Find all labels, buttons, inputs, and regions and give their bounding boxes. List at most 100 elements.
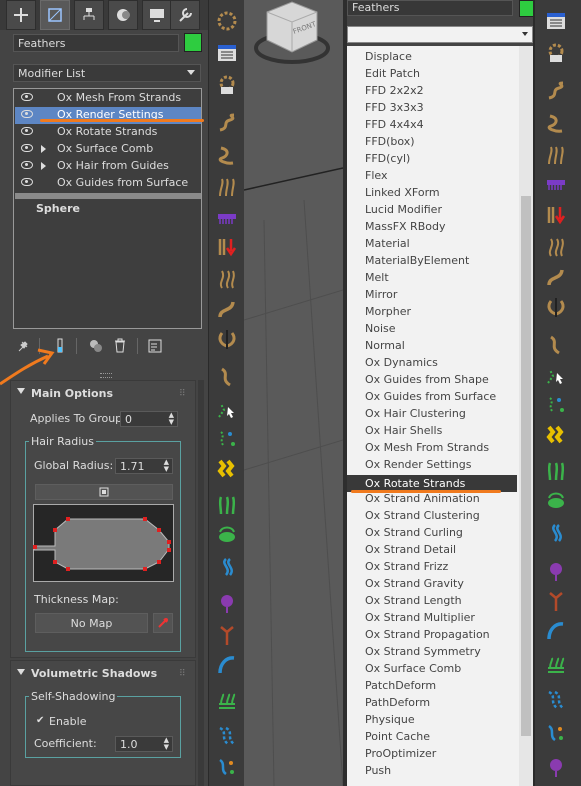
list-item[interactable]: Linked XForm [365, 186, 440, 199]
comb-icon[interactable] [545, 172, 567, 194]
list-item[interactable]: Point Cache [365, 730, 430, 743]
make-unique-icon[interactable] [88, 339, 104, 353]
modifier-list-dropdown[interactable]: Modifier List [13, 64, 201, 82]
stack-row[interactable]: Ox Guides from Surface [15, 175, 201, 192]
viewcube[interactable]: FRONT [252, 0, 332, 70]
list-item[interactable]: Melt [365, 271, 389, 284]
list-item[interactable]: Flex [365, 169, 387, 182]
guides-from-shape-icon[interactable] [216, 398, 238, 420]
guides-from-shape-icon[interactable] [545, 364, 567, 386]
modifier-dropdown-list[interactable]: Displace Edit Patch FFD 2x2x2 FFD 3x3x3 FFD … [347, 46, 533, 786]
list-item[interactable]: FFD(cyl) [365, 152, 410, 165]
drag-handle-icon[interactable]: ⠿ [179, 389, 186, 399]
strand-detail-icon[interactable] [545, 560, 567, 582]
eye-icon[interactable] [21, 161, 33, 169]
expand-arrow-icon[interactable] [41, 145, 46, 153]
list-item[interactable]: Ox Hair Clustering [365, 407, 466, 420]
list-item[interactable]: Ox Strand Propagation [365, 628, 490, 641]
stack-row[interactable]: Ox Rotate Strands [15, 124, 201, 141]
tab-modify[interactable] [40, 0, 70, 30]
list-item[interactable]: Ox Strand Clustering [365, 509, 480, 522]
list-scrollbar[interactable] [519, 46, 533, 786]
list-item[interactable]: Mirror [365, 288, 397, 301]
hair-tuft-icon[interactable] [545, 144, 567, 166]
strand-length-icon[interactable] [545, 296, 567, 318]
eye-icon[interactable] [21, 93, 33, 101]
list-item[interactable]: Ox Strand Detail [365, 543, 456, 556]
hair-from-guides-icon[interactable] [216, 10, 238, 32]
modifier-stack[interactable]: Ox Mesh From Strands Ox Render Settings … [13, 88, 202, 329]
rollout-title[interactable]: Volumetric Shadows [31, 667, 157, 680]
guide-curves-icon[interactable] [216, 724, 238, 746]
list-item[interactable]: Ox Guides from Shape [365, 373, 489, 386]
list-item[interactable]: ProOptimizer [365, 747, 436, 760]
surface-comb-icon[interactable] [216, 428, 238, 450]
list-item[interactable]: Edit Patch [365, 67, 420, 80]
guide-edit-icon[interactable] [216, 756, 238, 778]
strand-animation-icon[interactable] [545, 620, 567, 642]
hair-clustering-icon[interactable] [545, 424, 567, 446]
strand-animation-icon[interactable] [216, 654, 238, 676]
eye-icon[interactable] [21, 178, 33, 186]
strand-frizz-icon[interactable] [216, 268, 238, 290]
curl-strand-icon[interactable] [545, 80, 567, 102]
guide-edit-icon[interactable] [545, 722, 567, 744]
grass-icon[interactable] [545, 460, 567, 482]
expand-arrow-icon[interactable] [41, 162, 46, 170]
list-item[interactable]: Ox Hair Shells [365, 424, 442, 437]
object-name-field-right[interactable]: Feathers [347, 0, 513, 16]
list-item[interactable]: FFD 2x2x2 [365, 84, 424, 97]
list-item[interactable]: Ox Render Settings [365, 458, 471, 471]
list-item[interactable]: PatchDeform [365, 679, 436, 692]
ground-strands-icon[interactable] [545, 490, 567, 512]
grass-icon[interactable] [216, 494, 238, 516]
stack-row[interactable]: Ox Mesh From Strands [15, 90, 201, 107]
list-item[interactable]: Ox Strand Length [365, 594, 462, 607]
strand-symmetry-icon[interactable] [545, 590, 567, 612]
hair-clustering-icon[interactable] [216, 458, 238, 480]
guide-curves-icon[interactable] [545, 688, 567, 710]
spinner-arrows-icon[interactable]: ▲ ▼ [164, 459, 169, 473]
ground-grass-icon[interactable] [545, 656, 567, 678]
list-item[interactable]: Normal [365, 339, 405, 352]
strand-detail-icon[interactable] [545, 756, 567, 778]
list-item[interactable]: Ox Strand Gravity [365, 577, 464, 590]
hair-tuft-icon[interactable] [216, 176, 238, 198]
base-object-label[interactable]: Sphere [36, 202, 80, 215]
list-item[interactable]: FFD 3x3x3 [365, 101, 424, 114]
radius-curve-graph[interactable] [33, 504, 174, 582]
list-item[interactable]: FFD(box) [365, 135, 415, 148]
panel-layout-icon[interactable] [545, 10, 567, 32]
list-item[interactable]: Push [365, 764, 391, 777]
drag-handle-icon[interactable]: ⠿ [179, 669, 186, 679]
list-item[interactable]: MaterialByElement [365, 254, 469, 267]
list-item[interactable]: Ox Strand Multiplier [365, 611, 475, 624]
coefficient-spinner[interactable]: 1.0 ▲ ▼ [115, 736, 173, 752]
tab-hierarchy[interactable] [74, 0, 104, 30]
list-item[interactable]: Ox Strand Frizz [365, 560, 448, 573]
curve-editor-button[interactable] [35, 484, 173, 500]
strand-wave-icon[interactable] [216, 144, 238, 166]
tab-motion[interactable] [108, 0, 138, 30]
enable-checkbox[interactable]: ✔ [36, 715, 44, 726]
strand-gravity-icon[interactable] [545, 204, 567, 226]
collapse-arrow-icon[interactable] [17, 669, 25, 675]
list-item[interactable]: Morpher [365, 305, 411, 318]
collapse-arrow-icon[interactable] [17, 388, 25, 394]
eye-icon[interactable] [21, 127, 33, 135]
panel-resize-grip[interactable] [100, 373, 112, 378]
spinner-arrows-icon[interactable]: ▲ ▼ [169, 412, 174, 426]
strand-curve-icon[interactable] [216, 298, 238, 320]
map-picker-button[interactable] [153, 613, 173, 633]
list-item[interactable]: Ox Dynamics [365, 356, 438, 369]
list-item[interactable]: PathDeform [365, 696, 430, 709]
strand-gravity-icon[interactable] [216, 236, 238, 258]
strand-wave-icon[interactable] [545, 112, 567, 134]
strand-propagation-icon[interactable] [545, 522, 567, 544]
list-item[interactable]: Ox Strand Symmetry [365, 645, 481, 658]
stack-row[interactable]: Ox Hair from Guides [15, 158, 201, 175]
list-item[interactable]: Ox Strand Curling [365, 526, 463, 539]
tab-display[interactable] [142, 0, 172, 30]
list-item[interactable]: Material [365, 237, 410, 250]
global-radius-spinner[interactable]: 1.71 ▲ ▼ [115, 458, 173, 474]
